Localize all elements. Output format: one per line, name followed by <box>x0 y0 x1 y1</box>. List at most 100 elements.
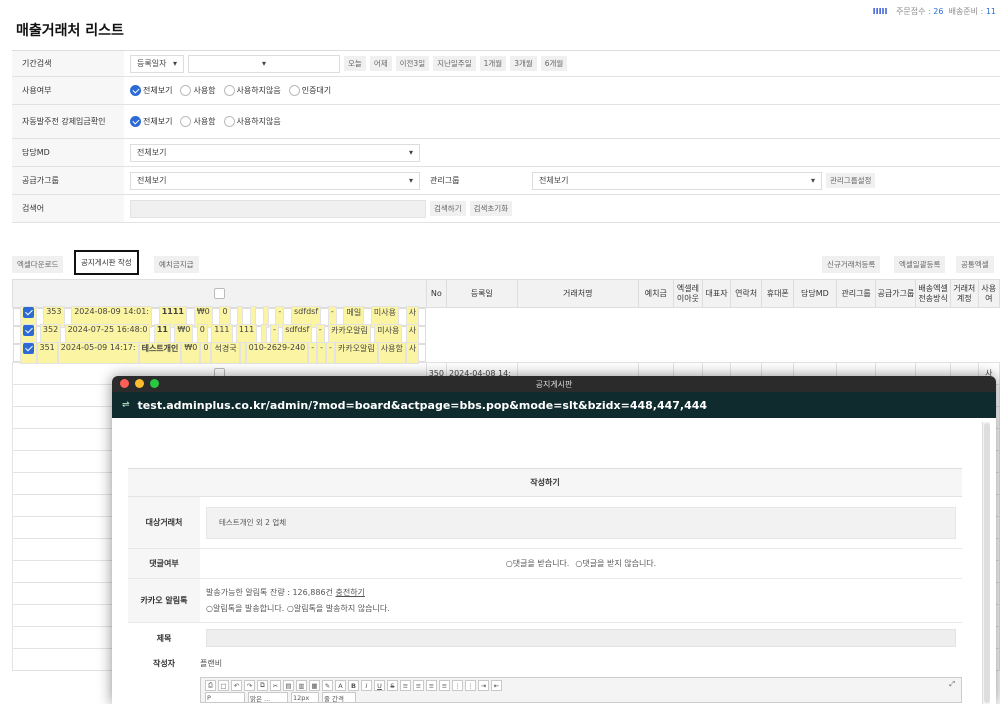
bullet-list-icon[interactable]: ⋮ <box>465 680 476 691</box>
mgmt-group-select[interactable]: 전체보기 ▾ <box>532 171 822 190</box>
align-right-icon[interactable]: ≡ <box>426 680 437 691</box>
cut-icon[interactable]: ✂ <box>270 680 281 691</box>
copy-icon[interactable]: ⧉ <box>257 680 268 691</box>
format-select[interactable]: P <box>205 692 245 703</box>
underline-icon[interactable]: U <box>374 680 385 691</box>
resize-icon[interactable]: ⤢ <box>949 680 955 689</box>
kakao-row: 카카오 알림톡 발송가능한 알림톡 잔량 : 126,886건 충전하기 ○알림… <box>128 579 962 623</box>
align-center-icon[interactable]: ≡ <box>413 680 424 691</box>
auto-no-radio[interactable]: 사용하지않음 <box>223 116 281 127</box>
mgmt-setting-button[interactable]: 관리그룹설정 <box>826 173 876 188</box>
quick-6month[interactable]: 6개월 <box>540 56 568 71</box>
minimize-window-icon[interactable] <box>135 379 144 388</box>
orders-count[interactable]: 26 <box>933 7 943 16</box>
bold-icon[interactable]: B <box>348 680 359 691</box>
radio-label: 전체보기 <box>143 117 173 126</box>
checkbox-icon <box>22 343 34 354</box>
use-yes-radio[interactable]: 사용함 <box>180 85 216 96</box>
table-row[interactable]: 351 2024-05-09 14:17: 테스트개인 ₩0 0 석경국 010-2629-… <box>12 342 427 364</box>
popup-scrollbar[interactable] <box>982 422 990 704</box>
period-select[interactable]: 등록일자 ▾ <box>130 54 184 73</box>
col-rep: 대표자 <box>702 279 731 308</box>
ordered-list-icon[interactable]: ⋮ <box>452 680 463 691</box>
new-client-button[interactable]: 신규거래처등록 <box>822 256 881 273</box>
maximize-window-icon[interactable] <box>150 379 159 388</box>
outdent-icon[interactable]: ⇤ <box>491 680 502 691</box>
radio-label: 알림톡을 발송합니다. <box>212 604 285 613</box>
quick-3month[interactable]: 3개월 <box>510 56 537 71</box>
comment-yes-radio[interactable]: ○댓글을 받습니다. <box>506 558 570 569</box>
auto-all-radio[interactable]: 전체보기 <box>130 116 172 127</box>
deposit-pay-button[interactable]: 예치금지급 <box>154 256 199 273</box>
ship-label: 배송준비 : <box>948 7 986 16</box>
reset-button[interactable]: 검색초기화 <box>469 201 513 216</box>
bulk-excel-button[interactable]: 엑셀일괄등록 <box>894 256 946 273</box>
radio-icon <box>288 85 300 96</box>
font-face-select[interactable]: 맑은 ... <box>248 692 288 703</box>
date-range-select[interactable]: ▾ <box>188 54 340 73</box>
quick-today[interactable]: 오늘 <box>344 56 366 71</box>
site-settings-icon[interactable]: ⇌ <box>122 400 130 410</box>
paste-text-icon[interactable]: ▥ <box>296 680 307 691</box>
highlight-icon[interactable]: ✎ <box>322 680 333 691</box>
undo-icon[interactable]: ↶ <box>231 680 242 691</box>
price-group-select[interactable]: 전체보기 ▾ <box>130 171 420 190</box>
col-price: 공급가그룹 <box>875 279 917 308</box>
kakao-yes-radio[interactable]: ○알림톡을 발송합니다. <box>206 604 284 613</box>
notice-write-button[interactable]: 공지게시판 작성 <box>74 250 139 275</box>
form-title: 작성하기 <box>128 469 962 497</box>
indent-icon[interactable]: ⇥ <box>478 680 489 691</box>
kakao-charge-link[interactable]: 충전하기 <box>335 588 364 597</box>
font-size-select[interactable]: 12px <box>291 692 319 703</box>
md-select[interactable]: 전체보기 ▾ <box>130 143 420 162</box>
kakao-no-radio[interactable]: ○알림톡을 발송하지 않습니다. <box>287 604 390 613</box>
paste-icon[interactable]: ▤ <box>283 680 294 691</box>
target-label: 대상거래처 <box>128 497 200 548</box>
use-row: 사용여부 전체보기 사용함 사용하지않음 인증대기 <box>12 77 1000 105</box>
scroll-thumb[interactable] <box>984 423 990 703</box>
use-no-radio[interactable]: 사용하지않음 <box>223 85 281 96</box>
radio-label: 사용하지않음 <box>236 86 281 95</box>
chevron-down-icon: ▾ <box>408 148 413 157</box>
quick-week[interactable]: 지난일주일 <box>433 56 476 71</box>
md-row: 담당MD 전체보기 ▾ <box>12 139 1000 167</box>
font-color-icon[interactable]: A <box>335 680 346 691</box>
quick-3days[interactable]: 이전3일 <box>395 56 430 71</box>
cell-name[interactable]: 테스트개인 <box>138 342 182 364</box>
cell-deposit: ₩0 <box>181 342 201 364</box>
print-icon[interactable]: ⎙ <box>205 680 216 691</box>
table-icon[interactable]: ▦ <box>309 680 320 691</box>
cell-mobile: 010-2629-240 <box>245 342 309 364</box>
radio-label: 전체보기 <box>143 86 173 95</box>
redo-icon[interactable]: ↷ <box>244 680 255 691</box>
align-justify-icon[interactable]: ≡ <box>439 680 450 691</box>
italic-icon[interactable]: I <box>361 680 372 691</box>
radio-label: 댓글을 받지 않습니다. <box>582 559 657 568</box>
popup-titlebar[interactable]: 공지게시판 <box>112 376 996 392</box>
excel-download-button[interactable]: 엑셀다운로드 <box>12 256 64 273</box>
search-input[interactable] <box>130 199 426 218</box>
quick-yesterday[interactable]: 어제 <box>369 56 392 71</box>
align-left-icon[interactable]: ≡ <box>400 680 411 691</box>
cell-date: 2024-05-09 14:17: <box>57 342 139 364</box>
select-all-cell[interactable] <box>12 279 427 308</box>
popup-urlbar[interactable]: ⇌ test.adminplus.co.kr/admin/?mod=board&… <box>112 392 996 418</box>
close-window-icon[interactable] <box>120 379 129 388</box>
use-all-radio[interactable]: 전체보기 <box>130 85 172 96</box>
search-button[interactable]: 검색하기 <box>430 201 466 216</box>
common-excel-button[interactable]: 공통엑셀 <box>956 256 994 273</box>
subject-input[interactable] <box>206 629 956 647</box>
chevron-down-icon: ▾ <box>261 59 266 68</box>
quick-1month[interactable]: 1개월 <box>479 56 507 71</box>
filter-panel: 기간검색 등록일자 ▾ ▾ 오늘 어제 이전3일 지난일주일 1개월 3개월 6개… <box>12 50 1000 223</box>
new-doc-icon[interactable]: □ <box>218 680 229 691</box>
use-pending-radio[interactable]: 인증대기 <box>288 85 331 96</box>
author-row: 작성자 플랜비 <box>128 653 962 673</box>
comment-no-radio[interactable]: ○댓글을 받지 않습니다. <box>575 558 656 569</box>
radio-icon <box>180 85 192 96</box>
auto-yes-radio[interactable]: 사용함 <box>180 116 216 127</box>
row-checkbox-cell[interactable] <box>19 342 37 364</box>
line-height-select[interactable]: 줄 간격 <box>322 692 356 703</box>
ship-count[interactable]: 11 <box>986 7 996 16</box>
strike-icon[interactable]: S <box>387 680 398 691</box>
